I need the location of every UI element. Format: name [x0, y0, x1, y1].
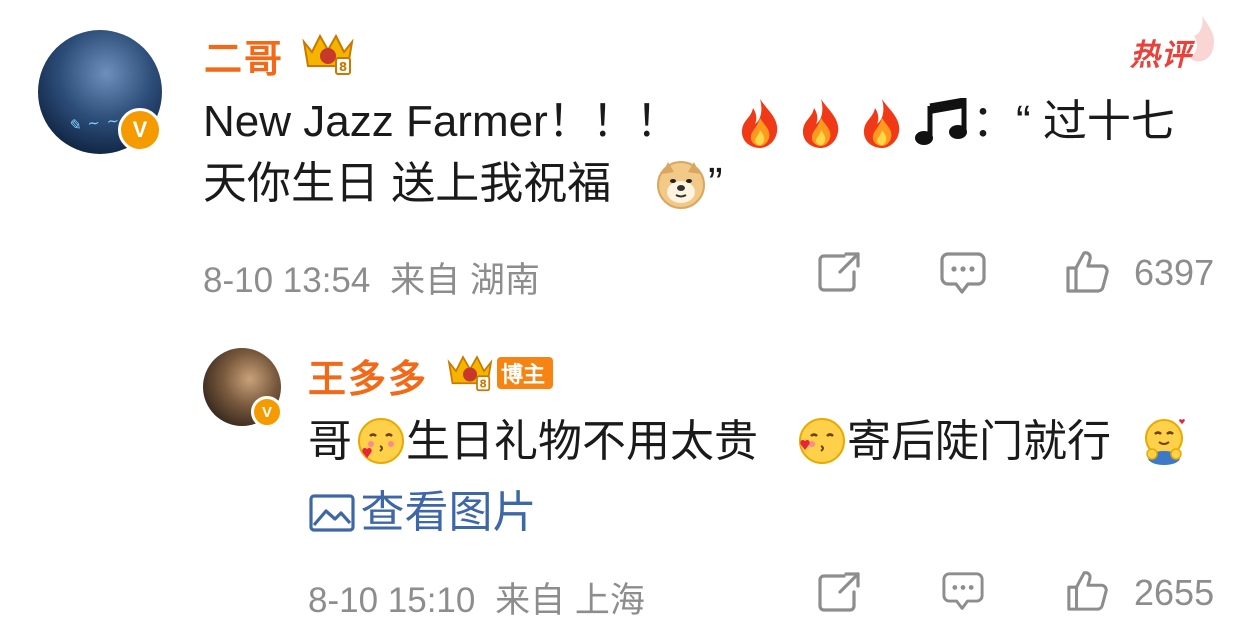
reply-text-part: 生日礼物不用太贵: [406, 417, 758, 466]
comment-date: 8-10 13:54: [203, 261, 371, 300]
reply-text-part: 哥: [308, 417, 352, 466]
verified-v-icon: V: [118, 108, 162, 152]
reply-text: 哥: [308, 412, 352, 472]
like-icon[interactable]: [1064, 570, 1110, 612]
view-image-label: 查看图片: [360, 488, 537, 537]
reply-meta: 8-10 15:10 来自 上海: [308, 572, 645, 623]
hot-flame-decoration-icon: [1190, 16, 1215, 62]
blogger-badge: 博主: [497, 357, 554, 389]
share-icon[interactable]: [818, 572, 862, 612]
comment-text-part: ”: [708, 159, 723, 208]
reply-text-part: 寄后陡门就行: [847, 417, 1111, 466]
music-note-emoji: [915, 98, 967, 145]
like-count: 6397: [1134, 252, 1215, 293]
comment-icon[interactable]: [940, 572, 986, 612]
image-icon: [309, 494, 355, 532]
svg-text:8: 8: [479, 379, 486, 391]
doge-emoji: [657, 161, 705, 209]
fire-emoji: [863, 99, 900, 148]
hug-emoji: [1145, 419, 1185, 465]
comment-text-part: New Jazz Farmer！！！: [203, 97, 680, 146]
crown-badge-icon[interactable]: 8: [298, 28, 358, 76]
comment-author-name[interactable]: 二哥: [204, 28, 284, 83]
comment-text-part: 天你生日 送上我祝福: [203, 159, 612, 208]
verified-v-icon: V: [251, 396, 283, 428]
fire-emoji: [741, 99, 778, 148]
reply-author-name[interactable]: 王多多: [308, 348, 428, 403]
comment-meta: 8-10 13:54 来自 湖南: [203, 252, 540, 303]
kiss-heart-emoji: [358, 418, 404, 464]
kiss-emoji: [799, 418, 845, 464]
comment-text-part: ：“ 过十七: [972, 97, 1175, 146]
crown-badge-icon[interactable]: 8: [443, 350, 497, 392]
like-count: 2655: [1134, 572, 1215, 613]
comment-icon[interactable]: [940, 252, 986, 296]
reply-date: 8-10 15:10: [308, 581, 476, 620]
fire-emoji: [802, 99, 839, 148]
share-icon[interactable]: [818, 252, 862, 292]
view-image-link[interactable]: 查看图片: [308, 476, 536, 540]
comment-text: New Jazz Farmer！！！: [203, 92, 680, 152]
svg-text:8: 8: [339, 60, 347, 74]
comment-location: 来自 湖南: [390, 261, 540, 300]
like-icon[interactable]: [1064, 250, 1110, 294]
reply-location: 来自 上海: [495, 581, 645, 620]
